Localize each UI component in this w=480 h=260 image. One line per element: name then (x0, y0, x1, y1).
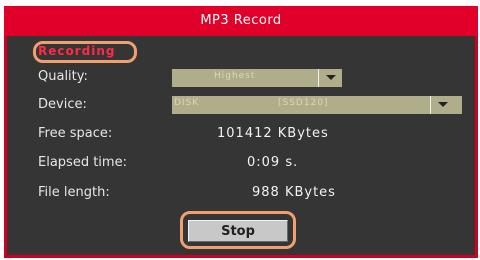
device-label: Device: (38, 97, 87, 112)
device-id: [SSD120] (278, 98, 329, 108)
free-space-label: Free space: (38, 126, 113, 141)
quality-value: Highest (214, 71, 256, 81)
device-select[interactable]: DISK [SSD120] (172, 96, 462, 114)
dialog-title: MP3 Record (4, 6, 478, 36)
file-length-value: 988 KBytes (252, 185, 336, 200)
stop-button[interactable]: Stop (188, 220, 288, 242)
file-length-label: File length: (38, 185, 110, 200)
free-space-value: 101412 KBytes (217, 126, 329, 141)
elapsed-time-label: Elapsed time: (38, 155, 127, 170)
chevron-down-icon (326, 75, 336, 80)
quality-select[interactable]: Highest (172, 69, 342, 87)
quality-dropdown-button[interactable] (318, 69, 342, 87)
quality-label: Quality: (38, 69, 88, 84)
device-value: DISK (174, 98, 200, 108)
chevron-down-icon (438, 102, 448, 107)
recording-status: Recording (38, 44, 116, 58)
elapsed-time-value: 0:09 s. (247, 155, 299, 170)
device-dropdown-button[interactable] (430, 96, 454, 114)
